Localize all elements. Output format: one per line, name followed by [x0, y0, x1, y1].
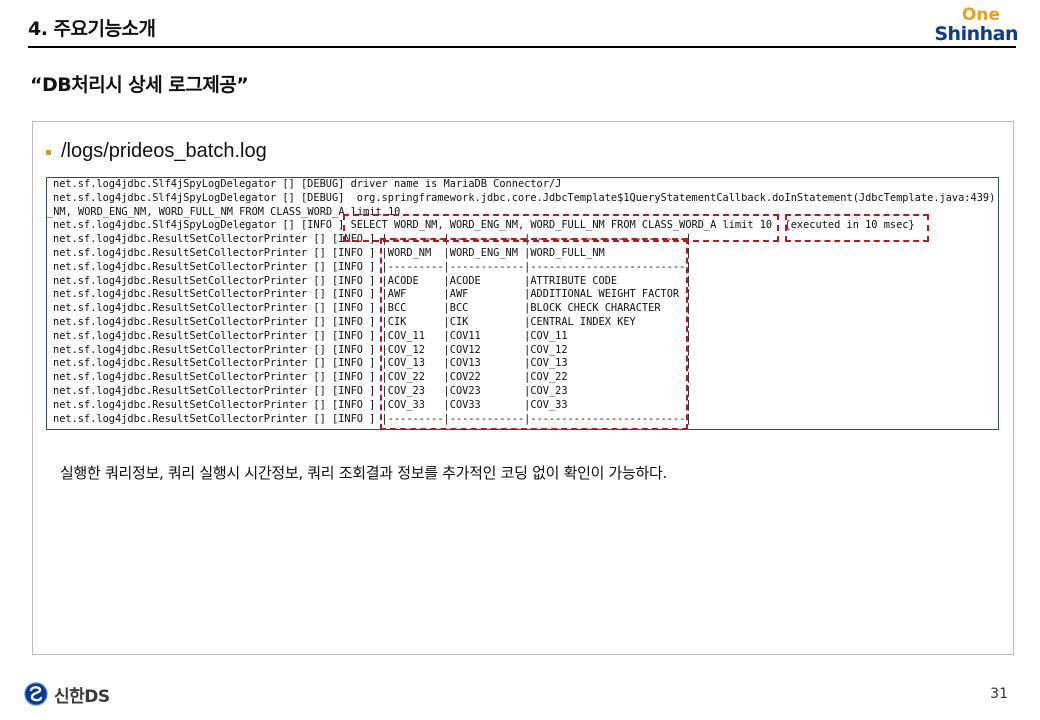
- result-set-highlight-box: [380, 238, 688, 429]
- footer-logo-text: 신한DS: [54, 686, 110, 707]
- bullet-item: /logs/prideos_batch.log: [46, 140, 267, 163]
- logo-shinhan-text: Shinhan: [934, 23, 1018, 45]
- logo-one-text: One: [961, 5, 1000, 25]
- log-line: net.sf.log4jdbc.Slf4jSpyLogDelegator [] …: [53, 191, 996, 204]
- slide-subtitle: “DB처리시 상세 로그제공”: [30, 74, 249, 96]
- log-line: net.sf.log4jdbc.Slf4jSpyLogDelegator [] …: [53, 178, 562, 190]
- description-text: 실행한 쿼리정보, 쿼리 실행시 시간정보, 쿼리 조회결과 정보를 추가적인 …: [60, 464, 668, 482]
- log-screenshot: net.sf.log4jdbc.Slf4jSpyLogDelegator [] …: [46, 177, 999, 430]
- shinhan-symbol-icon: [24, 682, 48, 706]
- log-file-path: /logs/prideos_batch.log: [61, 140, 267, 162]
- one-shinhan-logo: One Shinhan: [934, 6, 1018, 44]
- square-bullet-icon: [46, 150, 51, 155]
- page-header-title: 4. 주요기능소개: [28, 18, 156, 40]
- shinhan-ds-logo: 신한DS: [24, 681, 110, 707]
- execution-time-highlight-box: [785, 214, 929, 242]
- header-divider: [28, 46, 1016, 48]
- page-number: 31: [990, 686, 1008, 702]
